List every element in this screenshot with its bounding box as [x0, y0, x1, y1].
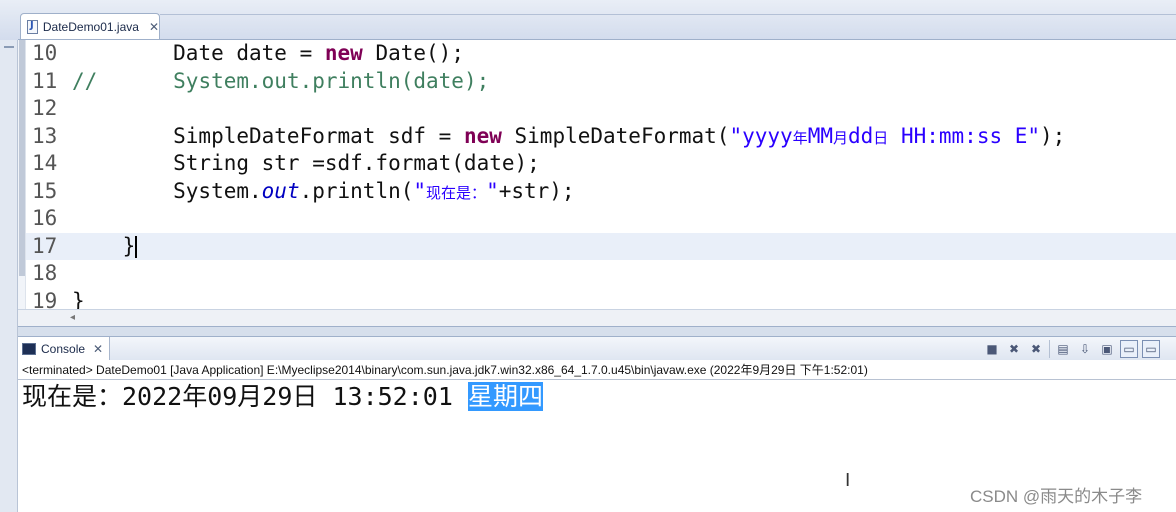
output-text: 现在是：2022年09月29日 13:52:01 [22, 382, 468, 411]
left-trim-strip [0, 0, 18, 512]
line-number: 17 [32, 233, 58, 258]
console-output-line: 现在是：2022年09月29日 13:52:01 星期四 [22, 381, 543, 413]
console-view-header: Console ✕ ■ ✖ ✖ ▤ ⇩ ▣ ▭ ▭ [18, 336, 1176, 361]
code-token: " [486, 178, 499, 203]
ibeam-cursor-icon: I [845, 470, 851, 491]
remove-launch-button[interactable]: ✖ [1005, 340, 1023, 358]
line-number: 13 [32, 123, 58, 148]
code-token: SimpleDateFormat( [501, 123, 730, 148]
trim-mark [4, 46, 14, 48]
line-number: 14 [32, 151, 58, 175]
code-line[interactable]: 16 [26, 205, 1176, 233]
editor-tab-bar: DateDemo01.java ✕ [0, 0, 1176, 40]
code-token: MM [807, 123, 833, 148]
display-selected-console-button[interactable]: ▭ [1120, 340, 1138, 358]
code-token: out [261, 178, 300, 203]
java-file-icon [27, 19, 38, 34]
code-token: " [413, 178, 427, 203]
watermark: CSDN @雨天的木子李 [970, 487, 1143, 506]
clear-console-button[interactable]: ▤ [1054, 340, 1072, 358]
code-token: String str =sdf.format(date); [72, 151, 540, 175]
toolbar-separator [1049, 340, 1050, 358]
code-line[interactable]: 11 // System.out.println(date); [26, 68, 1176, 96]
code-token: System.out.println(date); [97, 68, 490, 93]
scroll-lock-button[interactable]: ⇩ [1076, 340, 1094, 358]
code-token: // [72, 68, 98, 93]
close-icon[interactable]: ✕ [149, 20, 159, 34]
code-token: 年 [792, 128, 808, 147]
line-number: 15 [32, 178, 58, 203]
ruler-band [19, 40, 25, 276]
code-line[interactable]: 12 [26, 95, 1176, 123]
console-output-area[interactable]: <terminated> DateDemo01 [Java Applicatio… [18, 360, 1176, 512]
code-token: 现在是： [426, 183, 487, 202]
code-line[interactable]: 15 System.out.println("现在是："+str); [26, 178, 1176, 206]
code-token: 月 [832, 128, 848, 147]
code-token: Date date = [173, 41, 325, 65]
code-token: "yyyy [729, 123, 793, 148]
console-icon [22, 343, 36, 355]
code-token: HH:mm:ss E" [888, 123, 1041, 148]
console-tab[interactable]: Console ✕ [18, 337, 110, 361]
code-token: 日 [873, 128, 889, 147]
text-caret [135, 235, 138, 258]
terminate-button[interactable]: ■ [983, 340, 1001, 358]
editor-horizontal-scrollbar[interactable]: ◂ [18, 309, 1176, 327]
code-token: SimpleDateFormat sdf = [72, 123, 464, 148]
editor-tab-label: DateDemo01.java [42, 19, 139, 34]
code-line[interactable]: 14 String str =sdf.format(date); [26, 150, 1176, 178]
code-token: new [463, 123, 502, 148]
code-token: Date(); [362, 41, 464, 65]
tab-bar-rule [160, 14, 1176, 15]
code-token: ); [1040, 123, 1066, 148]
scroll-left-arrow-icon[interactable]: ◂ [70, 312, 75, 323]
annotation-ruler [18, 40, 26, 309]
remove-all-terminated-button[interactable]: ✖ [1027, 340, 1045, 358]
code-token: +str); [498, 178, 575, 203]
selected-output-text[interactable]: 星期四 [467, 382, 543, 411]
code-editor[interactable]: 10 Date date = new Date(); 11// System.ou… [18, 39, 1176, 309]
editor-tab-datedemo01[interactable]: DateDemo01.java ✕ [20, 13, 160, 39]
line-number: 18 [32, 261, 58, 285]
line-number: 16 [32, 206, 58, 230]
console-tab-label: Console [41, 342, 86, 356]
code-line[interactable]: 19} [26, 288, 1176, 310]
code-token: System. [72, 178, 262, 203]
code-token: dd [848, 123, 874, 148]
code-token: new [324, 41, 363, 65]
open-console-button[interactable]: ▭ [1142, 340, 1160, 358]
code-token: .println( [299, 178, 414, 203]
console-toolbar: ■ ✖ ✖ ▤ ⇩ ▣ ▭ ▭ [983, 340, 1160, 358]
code-token: } [72, 233, 136, 258]
code-line[interactable]: 18 [26, 260, 1176, 288]
line-number: 12 [32, 96, 58, 120]
launch-info: <terminated> DateDemo01 [Java Applicatio… [22, 363, 868, 377]
console-divider [18, 379, 1176, 380]
line-number: 11 [32, 68, 58, 93]
pin-console-button[interactable]: ▣ [1098, 340, 1116, 358]
code-token: } [72, 288, 85, 310]
code-line[interactable]: 13 SimpleDateFormat sdf = new SimpleDate… [26, 123, 1176, 151]
code-line[interactable]: 17 } [26, 232, 1176, 260]
close-icon[interactable]: ✕ [93, 342, 103, 356]
code-line[interactable]: 10 Date date = new Date(); [26, 40, 1176, 68]
line-number: 10 [32, 41, 58, 65]
line-number: 19 [32, 288, 58, 310]
